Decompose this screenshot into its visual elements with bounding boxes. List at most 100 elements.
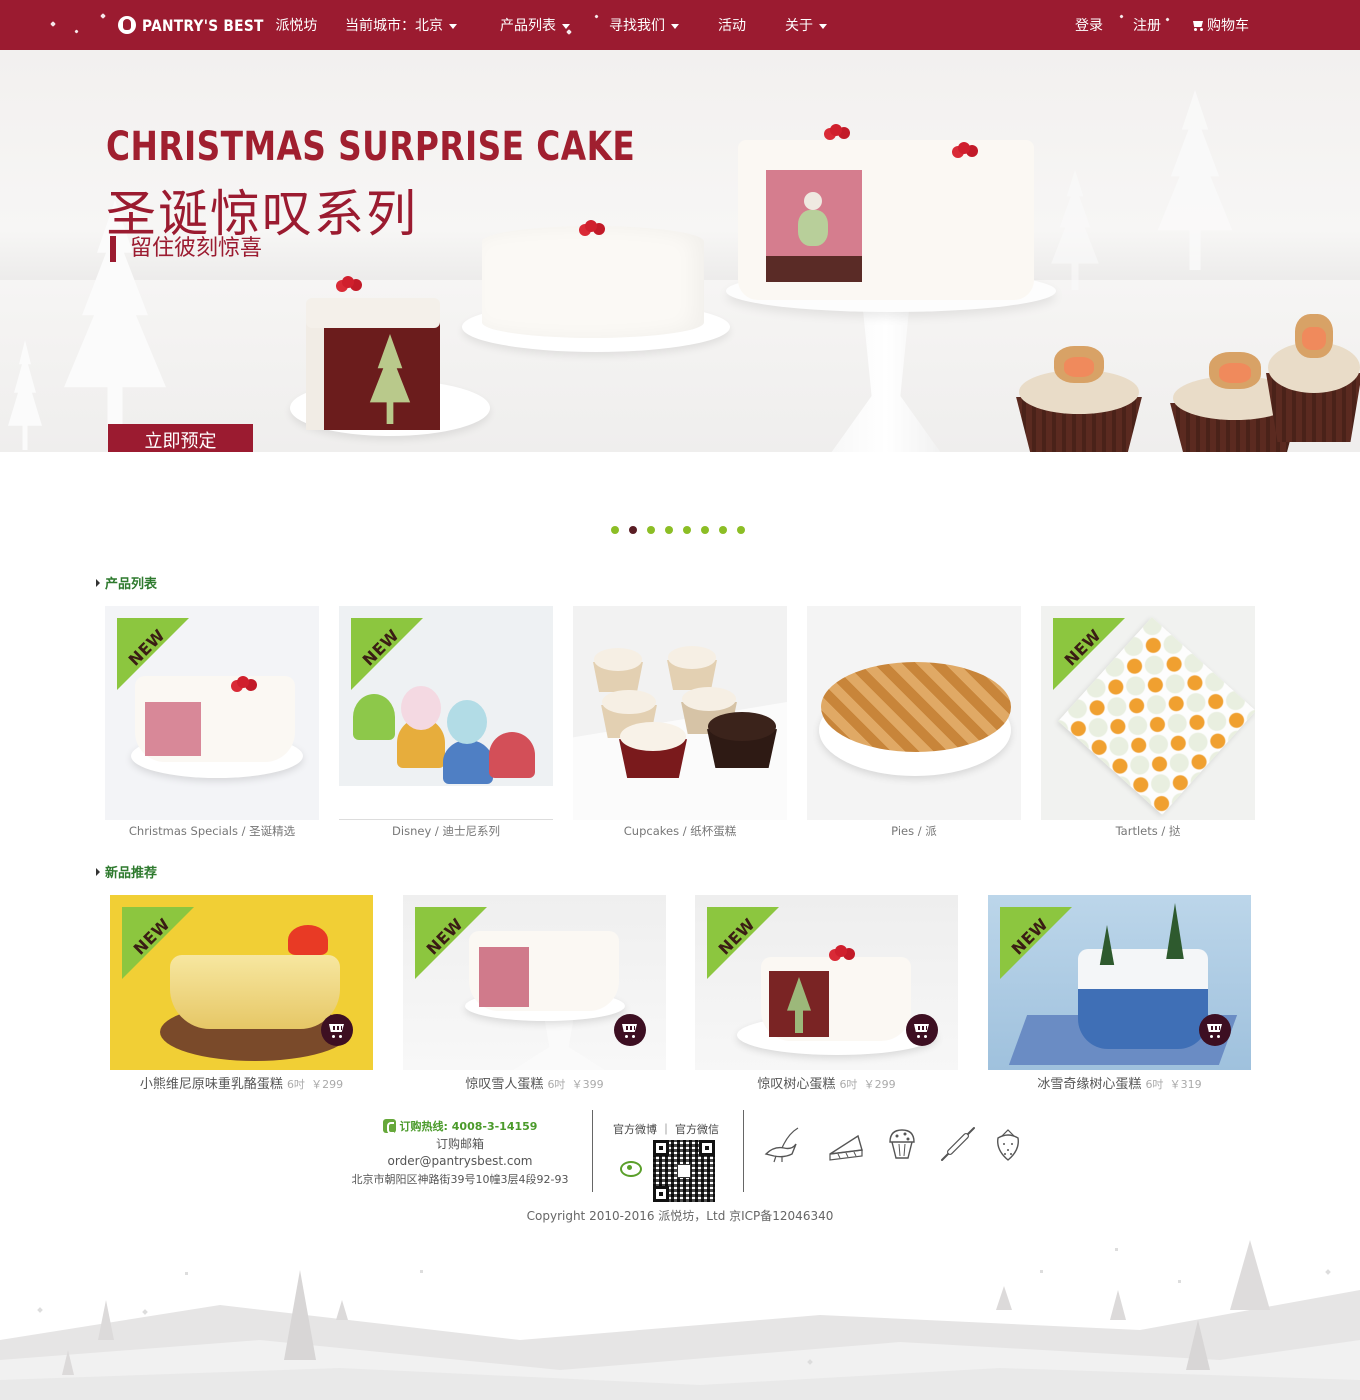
email-link[interactable]: order@pantrysbest.com (340, 1153, 580, 1171)
add-to-cart-button[interactable] (1199, 1014, 1231, 1046)
carousel-dot[interactable] (611, 526, 619, 534)
product-price: ￥399 (571, 1078, 604, 1091)
product-image[interactable] (573, 606, 787, 820)
nav-item-about[interactable]: 关于 (785, 15, 827, 35)
brand-logo[interactable]: PANTRY'S BEST 派悦坊 (118, 12, 317, 38)
carousel-dot[interactable] (683, 526, 691, 534)
product-category-card[interactable]: NEW Disney / 迪士尼系列 (339, 606, 553, 839)
cart-link[interactable]: 购物车 (1191, 15, 1249, 35)
product-name-line: 惊叹树心蛋糕 6吋 ￥299 (695, 1073, 958, 1092)
snowflake-decoration (1165, 17, 1170, 22)
carousel-dot[interactable] (647, 526, 655, 534)
product-category-card[interactable]: Cupcakes / 纸杯蛋糕 (573, 606, 787, 839)
product-category-label[interactable]: Cupcakes / 纸杯蛋糕 (573, 823, 787, 839)
carousel-dot[interactable] (737, 526, 745, 534)
hero-banner[interactable]: CHRISTMAS SURPRISE CAKE 圣诞惊叹系列 留住彼刻惊喜 立即… (0, 50, 1360, 452)
nav-item-label: 产品列表 (500, 18, 556, 34)
winnie-decoration (288, 925, 328, 955)
nav-item-label: 寻找我们 (609, 18, 665, 34)
carousel-dot-active[interactable] (629, 526, 637, 534)
carousel-dot[interactable] (719, 526, 727, 534)
product-image[interactable]: NEW (988, 895, 1251, 1070)
berry-decoration (237, 676, 249, 688)
rolling-pin-icon (941, 1127, 975, 1161)
product-category-card[interactable]: Pies / 派 (807, 606, 1021, 839)
round-cake-image (482, 226, 704, 338)
chevron-down-icon (449, 23, 457, 29)
product-name[interactable]: 惊叹雪人蛋糕 (465, 1077, 543, 1092)
add-to-cart-button[interactable] (614, 1014, 646, 1046)
hero-title-en: CHRISTMAS SURPRISE CAKE (106, 124, 636, 170)
muffin-icon (889, 1129, 915, 1159)
product-card[interactable]: NEW 小熊维尼原味重乳酪蛋糕 6吋 ￥299 (110, 895, 373, 1092)
city-selector-label: 当前城市：北京 (345, 18, 443, 34)
cheesecake-shape (170, 955, 340, 1029)
login-link[interactable]: 登录 (1075, 15, 1103, 35)
product-card[interactable]: NEW 惊叹树心蛋糕 6吋 ￥299 (695, 895, 958, 1092)
social-links-label[interactable]: 官方微博 ｜ 官方微信 (613, 1121, 719, 1137)
product-category-card[interactable]: NEW Christmas Specials / 圣诞精选 (105, 606, 319, 839)
product-image[interactable]: NEW (1041, 606, 1255, 820)
nav-item-label: 活动 (718, 18, 746, 34)
pie-shape (821, 662, 1011, 752)
product-name[interactable]: 冰雪奇缘树心蛋糕 (1037, 1077, 1141, 1092)
product-card[interactable]: NEW 冰雪奇缘树心蛋糕 6吋 ￥319 (988, 895, 1251, 1092)
brand-mascot-icon (118, 16, 136, 34)
brand-name-cn: 派悦坊 (275, 18, 318, 34)
add-to-cart-button[interactable] (906, 1014, 938, 1046)
product-image[interactable]: NEW (403, 895, 666, 1070)
product-category-label[interactable]: Christmas Specials / 圣诞精选 (105, 823, 319, 839)
new-badge: NEW (1000, 907, 1072, 979)
chevron-down-icon (671, 23, 679, 29)
carousel-dot[interactable] (665, 526, 673, 534)
chevron-down-icon (819, 23, 827, 29)
section-title-label: 产品列表 (105, 577, 158, 592)
chevron-down-icon (562, 23, 570, 29)
product-image[interactable]: NEW (339, 606, 553, 786)
nav-item-find-us[interactable]: 寻找我们 (609, 15, 679, 35)
hotline-text[interactable]: 订购热线: 4008-3-14159 (400, 1120, 538, 1133)
caret-right-icon (96, 579, 100, 587)
product-category-label[interactable]: Pies / 派 (807, 823, 1021, 839)
nav-item-products[interactable]: 产品列表 (500, 15, 570, 35)
carousel-dot[interactable] (701, 526, 709, 534)
product-name[interactable]: 惊叹树心蛋糕 (757, 1077, 835, 1092)
weibo-icon[interactable] (620, 1158, 642, 1177)
brand-name-en: PANTRY'S BEST (142, 15, 264, 35)
berry-decoration (835, 945, 847, 957)
cupcake-shape (489, 732, 535, 778)
city-selector[interactable]: 当前城市：北京 (345, 15, 457, 35)
add-to-cart-button[interactable] (321, 1014, 353, 1046)
footer-divider (743, 1110, 744, 1192)
product-category-label[interactable]: Disney / 迪士尼系列 (339, 823, 553, 839)
product-image[interactable] (807, 606, 1021, 820)
cupcake-shape (707, 696, 777, 768)
top-navbar: PANTRY'S BEST 派悦坊 当前城市：北京 产品列表 寻找我们 活动 关… (0, 0, 1360, 50)
cupcake-shape (401, 686, 441, 730)
product-card[interactable]: NEW 惊叹雪人蛋糕 6吋 ￥399 (403, 895, 666, 1092)
berry-decoration (830, 124, 842, 136)
copyright-text: Copyright 2010-2016 派悦坊，Ltd 京ICP备1204634… (526, 1209, 834, 1223)
product-name-line: 小熊维尼原味重乳酪蛋糕 6吋 ￥299 (110, 1073, 373, 1092)
slice-frosting-top (306, 298, 440, 328)
product-category-label[interactable]: Tartlets / 挞 (1041, 823, 1255, 839)
cake-cut-shape (145, 702, 201, 756)
preorder-button[interactable]: 立即预定 (108, 424, 253, 452)
cake-cut-shape (479, 947, 529, 1007)
product-image[interactable]: NEW (695, 895, 958, 1070)
product-image[interactable]: NEW (105, 606, 319, 820)
register-link[interactable]: 注册 (1133, 15, 1161, 35)
bird-branch-icon (764, 1127, 799, 1163)
cart-link-label: 购物车 (1207, 18, 1249, 34)
slice-frosting-side (306, 318, 326, 430)
snowflake-decoration (74, 29, 79, 34)
product-category-card[interactable]: NEW Tartlets / 挞 (1041, 606, 1255, 839)
berry-decoration (585, 220, 597, 232)
nav-item-events[interactable]: 活动 (718, 15, 746, 35)
caret-right-icon (96, 868, 100, 876)
section-title-label: 新品推荐 (105, 866, 158, 881)
product-name[interactable]: 小熊维尼原味重乳酪蛋糕 (140, 1077, 283, 1092)
footer-contact: 订购热线: 4008-3-14159 订购邮箱 order@pantrysbes… (340, 1118, 580, 1188)
product-image[interactable]: NEW (110, 895, 373, 1070)
snow-landscape-decoration (0, 1240, 1360, 1400)
